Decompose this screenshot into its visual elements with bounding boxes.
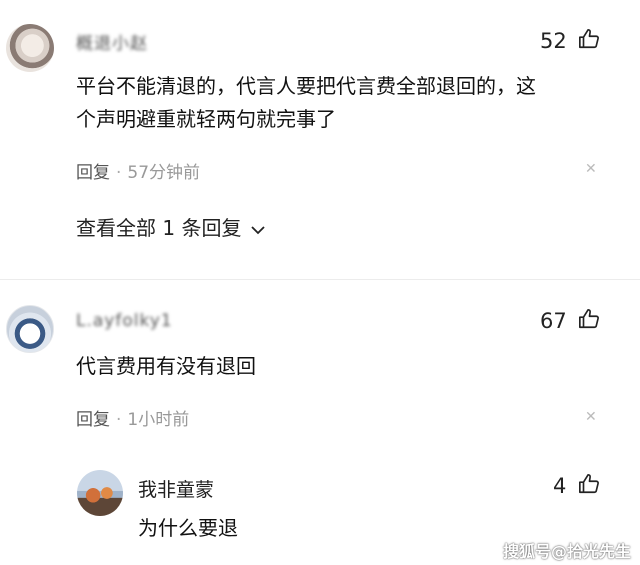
close-icon[interactable]: ✕ [585,161,597,177]
like-count: 52 [540,29,567,53]
comment-username[interactable]: L.ayfolky1 [76,311,173,331]
comment-text-line: 个声明避重就轻两句就完事了 [76,107,336,131]
like-count: 67 [540,309,567,333]
reply-button[interactable]: 回复 [76,410,110,430]
separator-dot: · [116,163,122,183]
comment-meta: 回复 · 57分钟前 [76,158,200,183]
chevron-down-icon [251,225,265,234]
thumbs-up-icon[interactable] [578,308,600,330]
avatar[interactable] [77,470,123,516]
watermark: 搜狐号@拾光先生 [503,542,632,561]
reply-button[interactable]: 回复 [76,163,110,183]
comment-username[interactable]: 概退小赵 [76,29,148,54]
like-count: 4 [553,474,567,498]
comment-time: 57分钟前 [127,163,201,183]
view-all-replies-button[interactable]: 查看全部 1 条回复 [76,212,266,241]
divider [0,279,640,280]
thumbs-up-icon[interactable] [578,28,600,50]
comment-text: 平台不能清退的，代言人要把代言费全部退回的，这 个声明避重就轻两句就完事了 [76,70,536,136]
reply-text: 为什么要退 [138,516,238,540]
comment-text: 代言费用有没有退回 [76,354,256,378]
comment-time: 1小时前 [127,410,190,430]
comment-meta: 回复 · 1小时前 [76,405,189,430]
comment-text-line: 平台不能清退的，代言人要把代言费全部退回的，这 [76,74,536,98]
view-all-replies-label: 查看全部 1 条回复 [76,216,242,240]
thumbs-up-icon[interactable] [578,473,600,495]
avatar[interactable] [6,24,54,72]
reply-username[interactable]: 我非童蒙 [138,475,214,502]
avatar[interactable] [6,305,54,353]
separator-dot: · [116,410,122,430]
close-icon[interactable]: ✕ [585,409,597,425]
